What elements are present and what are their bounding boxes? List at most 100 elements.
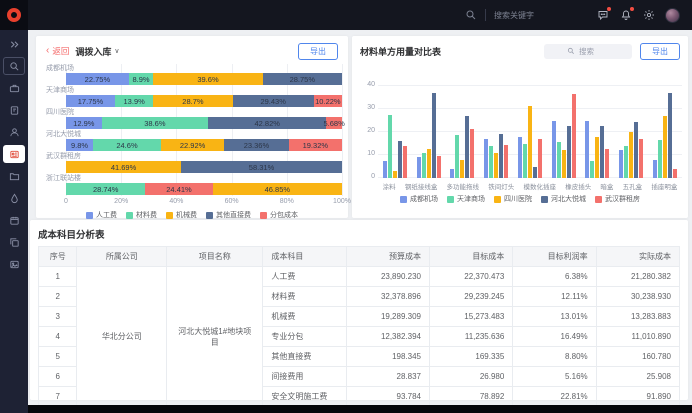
topbar bbox=[0, 0, 692, 30]
cell-budget-cost: 19,289.309 bbox=[346, 307, 429, 327]
bar-四川医院 bbox=[663, 116, 667, 178]
chart-search-box[interactable] bbox=[544, 44, 632, 59]
bar-成都机场 bbox=[450, 169, 454, 178]
legend-item-四川医院[interactable]: 四川医院 bbox=[494, 194, 532, 204]
cell-target-margin: 12.11% bbox=[513, 287, 596, 307]
column-header: 预算成本 bbox=[346, 247, 429, 267]
sidebar-expand-icon[interactable] bbox=[3, 35, 25, 53]
x-tick-label: 100% bbox=[333, 198, 351, 205]
bar-segment-分包成本: 19.32% bbox=[289, 139, 342, 151]
bar-武汉群租房 bbox=[605, 149, 609, 178]
cell-target-margin: 8.80% bbox=[513, 347, 596, 367]
left-panel-title: 调拨入库 bbox=[75, 45, 111, 58]
gear-icon[interactable] bbox=[642, 9, 655, 22]
bar-segment-人工费: 9.8% bbox=[66, 139, 93, 151]
legend-swatch bbox=[86, 212, 93, 219]
bar-group-插座明盒 bbox=[653, 86, 677, 178]
bar-segment-机械费: 46.85% bbox=[213, 183, 342, 195]
cell-actual-cost: 11,010.890 bbox=[596, 327, 679, 347]
cost-analysis-table: 序号所属公司项目名称成本科目预算成本目标成本目标利润率实际成本 1华北分公司河北… bbox=[38, 246, 680, 407]
avatar[interactable] bbox=[665, 8, 680, 23]
grouped-chart-x-axis: 涂料钢纸接线盒多功能拖线铁间灯头模数化插座橡皮插头暗盒五孔盒插座明盒 bbox=[378, 181, 682, 191]
chart-search-input[interactable] bbox=[579, 47, 609, 56]
stacked-bar-row: 四川医院12.9%38.6%42.82%5.68% bbox=[46, 108, 338, 130]
global-search[interactable] bbox=[464, 9, 558, 22]
bar-segment-材料费: 28.74% bbox=[66, 183, 145, 195]
sidebar-folder-icon[interactable] bbox=[3, 167, 25, 185]
bar-四川医院 bbox=[629, 132, 633, 178]
bar-segment-机械费: 28.7% bbox=[153, 95, 232, 107]
x-category-label: 模数化插座 bbox=[523, 181, 556, 191]
legend-item-机械费[interactable]: 机械费 bbox=[166, 210, 197, 220]
cell-target-margin: 6.38% bbox=[513, 267, 596, 287]
legend-label: 成都机场 bbox=[410, 194, 438, 204]
sidebar-search-icon[interactable] bbox=[3, 57, 25, 75]
legend-item-天津商场[interactable]: 天津商场 bbox=[447, 194, 485, 204]
legend-item-其他直接费[interactable]: 其他直接费 bbox=[206, 210, 251, 220]
legend-label: 其他直接费 bbox=[216, 210, 251, 220]
legend-label: 材料费 bbox=[136, 210, 157, 220]
y-tick-label: 30 bbox=[362, 104, 375, 111]
export-button-left[interactable]: 导出 bbox=[298, 43, 338, 60]
chevron-down-icon[interactable]: ∨ bbox=[114, 47, 119, 55]
stacked-chart-x-axis: 020%40%60%80%100% bbox=[66, 198, 342, 207]
cell-actual-cost: 13,283.883 bbox=[596, 307, 679, 327]
search-icon bbox=[464, 9, 477, 22]
back-button[interactable]: ‹ 返回 bbox=[46, 45, 69, 57]
bar-group-多功能拖线 bbox=[450, 86, 474, 178]
bar-天津商场 bbox=[422, 153, 426, 178]
x-tick-label: 0 bbox=[64, 198, 68, 205]
bell-icon[interactable] bbox=[619, 9, 632, 22]
bar-河北大悦城 bbox=[567, 126, 571, 178]
sidebar-image-icon[interactable] bbox=[3, 255, 25, 273]
bar-河北大悦城 bbox=[533, 167, 537, 179]
sidebar-user-icon[interactable] bbox=[3, 123, 25, 141]
x-tick-label: 20% bbox=[114, 198, 128, 205]
sidebar-briefcase-icon[interactable] bbox=[3, 79, 25, 97]
stacked-bar-row: 天津商场17.75%13.9%28.7%29.43%10.22% bbox=[46, 86, 338, 108]
cell-budget-cost: 198.345 bbox=[346, 347, 429, 367]
bar-天津商场 bbox=[590, 161, 594, 178]
sidebar-clipboard-icon[interactable] bbox=[3, 101, 25, 119]
app-logo[interactable] bbox=[0, 0, 28, 30]
sidebar-cost-module-icon[interactable] bbox=[3, 145, 25, 163]
global-search-input[interactable] bbox=[494, 11, 558, 20]
cell-budget-cost: 12,382.394 bbox=[346, 327, 429, 347]
sidebar-copy-icon[interactable] bbox=[3, 233, 25, 251]
cell-seq: 2 bbox=[39, 287, 77, 307]
x-tick-label: 60% bbox=[225, 198, 239, 205]
stacked-bar: 22.75%8.9%39.6%28.75% bbox=[66, 73, 342, 85]
export-button-right[interactable]: 导出 bbox=[640, 43, 680, 60]
bar-天津商场 bbox=[658, 140, 662, 178]
legend-item-河北大悦城[interactable]: 河北大悦城 bbox=[541, 194, 586, 204]
sidebar-calendar-icon[interactable] bbox=[3, 211, 25, 229]
bar-武汉群租房 bbox=[639, 139, 643, 178]
cost-table-panel: 成本科目分析表 序号所属公司项目名称成本科目预算成本目标成本目标利润率实际成本 … bbox=[30, 220, 688, 400]
legend-item-材料费[interactable]: 材料费 bbox=[126, 210, 157, 220]
legend-item-武汉群租房[interactable]: 武汉群租房 bbox=[595, 194, 640, 204]
message-icon[interactable] bbox=[596, 9, 609, 22]
stack-category-label: 四川医院 bbox=[46, 108, 338, 117]
legend-label: 武汉群租房 bbox=[605, 194, 640, 204]
bar-segment-机械费: 39.6% bbox=[153, 73, 262, 85]
column-header: 序号 bbox=[39, 247, 77, 267]
x-category-label: 五孔盒 bbox=[623, 181, 643, 191]
bar-成都机场 bbox=[417, 157, 421, 178]
bar-segment-其他直接费: 23.36% bbox=[224, 139, 288, 151]
cell-seq: 4 bbox=[39, 327, 77, 347]
gridline bbox=[342, 64, 343, 196]
y-tick-label: 10 bbox=[362, 150, 375, 157]
legend-item-人工费[interactable]: 人工费 bbox=[86, 210, 117, 220]
cell-target-margin: 22.81% bbox=[513, 387, 596, 407]
legend-item-成都机场[interactable]: 成都机场 bbox=[400, 194, 438, 204]
stack-category-label: 天津商场 bbox=[46, 86, 338, 95]
bar-河北大悦城 bbox=[398, 141, 402, 178]
bar-成都机场 bbox=[383, 161, 387, 178]
legend-label: 分包成本 bbox=[270, 210, 298, 220]
sidebar-drop-icon[interactable] bbox=[3, 189, 25, 207]
legend-item-分包成本[interactable]: 分包成本 bbox=[260, 210, 298, 220]
bar-group-橡皮插头 bbox=[552, 86, 576, 178]
bar-四川医院 bbox=[595, 137, 599, 178]
cell-subject: 专业分包 bbox=[263, 327, 346, 347]
bar-天津商场 bbox=[489, 146, 493, 178]
